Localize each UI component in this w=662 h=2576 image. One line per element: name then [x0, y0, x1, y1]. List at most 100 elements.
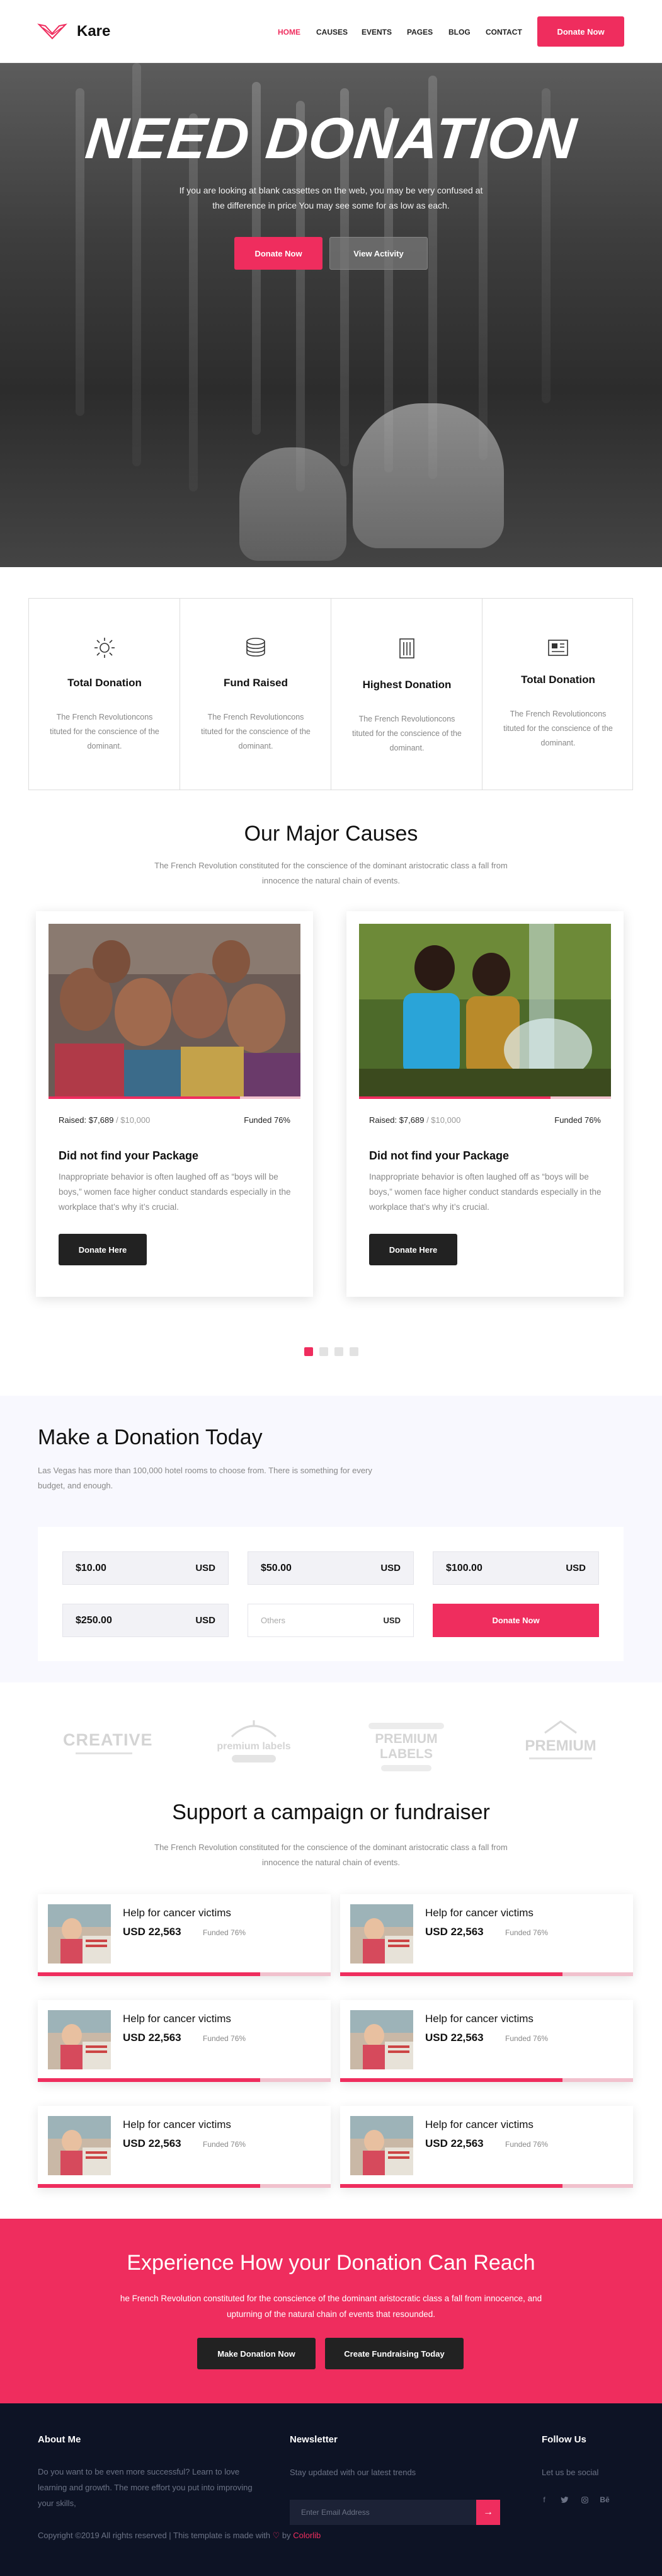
nav-causes[interactable]: CAUSES — [316, 28, 348, 37]
fundraiser-image — [48, 2116, 111, 2175]
cause-image-children — [49, 924, 300, 1096]
fundraiser-subtitle: The French Revolution constituted for th… — [154, 1843, 508, 1867]
slider-dot[interactable] — [334, 1347, 343, 1356]
donate-here-button[interactable]: Donate Here — [59, 1234, 147, 1265]
nav-blog[interactable]: BLOG — [448, 28, 471, 37]
logo-wings-icon[interactable] — [37, 22, 68, 40]
fundraiser-card[interactable]: Help for cancer victims USD 22,563 Funded … — [38, 2000, 331, 2082]
fundraiser-card[interactable]: Help for cancer victims USD 22,563 Funded … — [340, 2106, 633, 2188]
feature-desc: The French Revolutioncons tituted for th… — [201, 713, 311, 750]
cause-title[interactable]: Did not find your Package — [59, 1149, 198, 1163]
fundraiser-image — [350, 1904, 413, 1964]
cta-title: Experience How your Donation Can Reach — [127, 2251, 535, 2275]
fundraiser-card[interactable]: Help for cancer victims USD 22,563 Funded … — [340, 1894, 633, 1976]
cause-goal: / $10,000 — [426, 1115, 461, 1125]
fundraiser-image — [350, 2010, 413, 2069]
cause-title[interactable]: Did not find your Package — [369, 1149, 509, 1163]
causes-subtitle: The French Revolution constituted for th… — [154, 861, 508, 885]
colorlib-link[interactable]: Colorlib — [293, 2531, 321, 2540]
feature-card: Total Donation The French Revolutioncons… — [29, 599, 180, 790]
slider-dot[interactable] — [350, 1347, 358, 1356]
hero-text: If you are looking at blank cassettes on… — [179, 185, 483, 210]
brand-logo: CREATIVE — [63, 1719, 152, 1766]
nav-home[interactable]: HOME — [278, 28, 300, 37]
other-amount-input[interactable]: Others USD — [248, 1604, 414, 1637]
donation-submit-button[interactable]: Donate Now — [433, 1604, 599, 1637]
brand-text: PREMIUM — [525, 1737, 596, 1754]
amount-value: $250.00 — [76, 1614, 112, 1626]
donate-now-button[interactable]: Donate Now — [537, 16, 624, 47]
fundraiser-title[interactable]: Help for cancer victims — [425, 2013, 534, 2025]
brand-logo: PREMIUM — [516, 1719, 605, 1766]
fundraiser-title[interactable]: Help for cancer victims — [123, 2119, 231, 2131]
amount-option[interactable]: $10.00 USD — [62, 1551, 229, 1585]
page: Kare HOME CAUSES EVENTS PAGES BLOG CONTA… — [0, 0, 662, 2576]
fundraiser-progress-bar — [38, 2078, 331, 2082]
brand-logo: PREMIUM LABELS — [353, 1719, 460, 1771]
fundraiser-title[interactable]: Help for cancer victims — [123, 2013, 231, 2025]
fundraiser-card[interactable]: Help for cancer victims USD 22,563 Funded … — [38, 1894, 331, 1976]
amount-option[interactable]: $250.00 USD — [62, 1604, 229, 1637]
footer-newsletter-title: Newsletter — [290, 2434, 338, 2445]
cause-progress-bar — [49, 1096, 300, 1099]
newsletter-submit-button[interactable]: → — [476, 2500, 500, 2525]
fundraiser-funded: Funded 76% — [505, 2140, 549, 2149]
feature-card: Fund Raised The French Revolutioncons ti… — [180, 599, 331, 790]
brand-text: premium labels — [217, 1741, 291, 1752]
fundraiser-progress-fill — [38, 2184, 261, 2188]
causes-title: Our Major Causes — [244, 822, 418, 846]
donate-here-button[interactable]: Donate Here — [369, 1234, 457, 1265]
amount-option[interactable]: $100.00 USD — [433, 1551, 599, 1585]
fundraiser-title[interactable]: Help for cancer victims — [425, 2119, 534, 2131]
nav-pages[interactable]: PAGES — [407, 28, 433, 37]
fundraiser-image — [350, 2116, 413, 2175]
fundraiser-card[interactable]: Help for cancer victims USD 22,563 Funded … — [340, 2000, 633, 2082]
other-amount-placeholder: Others — [261, 1616, 286, 1625]
hero-donate-button[interactable]: Donate Now — [234, 237, 322, 270]
slider-dot[interactable] — [319, 1347, 328, 1356]
fundraiser-funded: Funded 76% — [203, 2034, 246, 2043]
fundraiser-progress-bar — [340, 2184, 633, 2188]
amount-currency: USD — [380, 1563, 401, 1573]
donation-title: Make a Donation Today — [38, 1425, 263, 1449]
feature-title: Fund Raised — [223, 677, 288, 689]
behance-icon[interactable]: Bē — [596, 2492, 613, 2508]
make-donation-button[interactable]: Make Donation Now — [197, 2338, 316, 2369]
cause-funded: Funded 76% — [244, 1115, 290, 1125]
fundraiser-image — [48, 1904, 111, 1964]
nav-events[interactable]: EVENTS — [362, 28, 392, 37]
site-header: Kare HOME CAUSES EVENTS PAGES BLOG CONTA… — [0, 0, 662, 63]
fundraiser-title[interactable]: Help for cancer victims — [425, 1907, 534, 1919]
cause-raised-amount: Raised: $7,689 — [59, 1115, 114, 1125]
building-icon — [399, 638, 414, 658]
fundraiser-card[interactable]: Help for cancer victims USD 22,563 Funded … — [38, 2106, 331, 2188]
cause-desc: Inappropriate behavior is often laughed … — [59, 1172, 291, 1212]
feature-stats: Total Donation The French Revolutioncons… — [28, 598, 633, 790]
feature-title: Total Donation — [521, 674, 595, 686]
fundraiser-title[interactable]: Help for cancer victims — [123, 1907, 231, 1919]
amount-option[interactable]: $50.00 USD — [248, 1551, 414, 1585]
nav-contact[interactable]: CONTACT — [486, 28, 522, 37]
newsletter-email-input[interactable]: Enter Email Address — [290, 2500, 476, 2525]
footer-follow-text: Let us be social — [542, 2468, 599, 2477]
feature-desc: The French Revolutioncons tituted for th… — [50, 713, 159, 750]
create-fundraising-button[interactable]: Create Fundraising Today — [325, 2338, 464, 2369]
amount-value: $100.00 — [446, 1562, 482, 1573]
fundraiser-funded: Funded 76% — [505, 1928, 549, 1937]
amount-value: $50.00 — [261, 1562, 292, 1573]
view-activity-button[interactable]: View Activity — [329, 237, 428, 270]
facebook-icon[interactable]: f — [536, 2492, 552, 2508]
instagram-icon[interactable] — [576, 2492, 593, 2508]
slider-dot-active[interactable] — [304, 1347, 313, 1356]
fundraiser-amount: USD 22,563 — [123, 2032, 181, 2044]
fundraiser-amount: USD 22,563 — [425, 2137, 484, 2149]
cause-image-water — [359, 924, 611, 1096]
twitter-icon[interactable] — [556, 2492, 573, 2508]
logo-text[interactable]: Kare — [77, 23, 110, 40]
brand-logo: premium labels — [213, 1719, 295, 1766]
cause-progress-bar — [359, 1096, 611, 1099]
cause-goal: / $10,000 — [116, 1115, 151, 1125]
sun-icon — [94, 638, 115, 658]
fundraiser-progress-fill — [340, 1972, 563, 1976]
cta-text: he French Revolution constituted for the… — [120, 2294, 542, 2319]
